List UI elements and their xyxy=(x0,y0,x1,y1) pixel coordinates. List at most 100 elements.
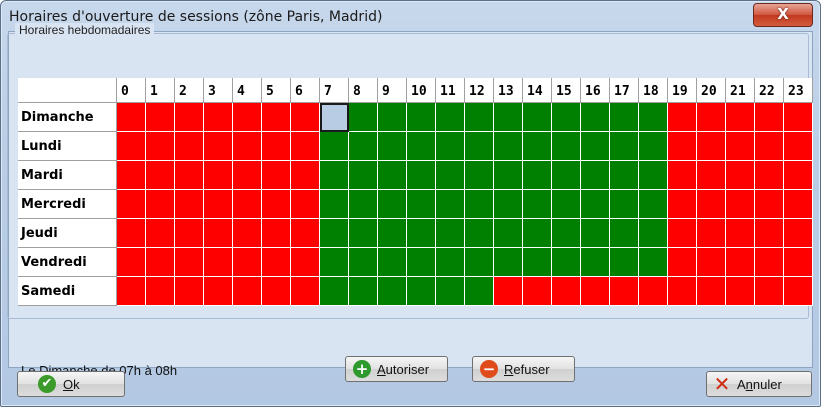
hour-cell[interactable] xyxy=(697,277,726,306)
hour-cell[interactable] xyxy=(204,103,233,132)
hour-cell[interactable] xyxy=(117,277,146,306)
hour-cell[interactable] xyxy=(668,248,697,277)
hour-cell[interactable] xyxy=(523,132,552,161)
hour-cell[interactable] xyxy=(378,248,407,277)
hour-cell[interactable] xyxy=(639,219,668,248)
hour-cell[interactable] xyxy=(726,219,755,248)
hour-cell[interactable] xyxy=(407,219,436,248)
hour-cell[interactable] xyxy=(378,277,407,306)
hour-cell[interactable] xyxy=(320,132,349,161)
hour-header[interactable]: 23 xyxy=(784,78,813,103)
day-label[interactable]: Vendredi xyxy=(18,248,117,277)
hour-cell[interactable] xyxy=(610,190,639,219)
hour-cell[interactable] xyxy=(146,219,175,248)
hour-cell[interactable] xyxy=(146,161,175,190)
selected-hour-cell[interactable] xyxy=(320,103,349,132)
hour-cell[interactable] xyxy=(668,132,697,161)
hour-cell[interactable] xyxy=(726,132,755,161)
hour-cell[interactable] xyxy=(436,248,465,277)
hour-cell[interactable] xyxy=(117,190,146,219)
hour-cell[interactable] xyxy=(117,132,146,161)
hour-cell[interactable] xyxy=(784,248,813,277)
hour-cell[interactable] xyxy=(291,219,320,248)
day-label[interactable]: Jeudi xyxy=(18,219,117,248)
hour-cell[interactable] xyxy=(755,277,784,306)
hour-header[interactable]: 6 xyxy=(291,78,320,103)
hour-cell[interactable] xyxy=(610,277,639,306)
hour-cell[interactable] xyxy=(697,103,726,132)
hour-header[interactable]: 17 xyxy=(610,78,639,103)
hour-header[interactable]: 2 xyxy=(175,78,204,103)
hour-cell[interactable] xyxy=(204,132,233,161)
hour-cell[interactable] xyxy=(610,161,639,190)
hour-cell[interactable] xyxy=(291,132,320,161)
hour-header[interactable]: 11 xyxy=(436,78,465,103)
hour-cell[interactable] xyxy=(552,161,581,190)
hour-cell[interactable] xyxy=(784,190,813,219)
hour-cell[interactable] xyxy=(117,103,146,132)
hour-cell[interactable] xyxy=(465,277,494,306)
hour-cell[interactable] xyxy=(291,248,320,277)
hour-header[interactable]: 8 xyxy=(349,78,378,103)
hour-cell[interactable] xyxy=(233,132,262,161)
hour-header[interactable]: 14 xyxy=(523,78,552,103)
hour-header[interactable]: 22 xyxy=(755,78,784,103)
hour-cell[interactable] xyxy=(784,103,813,132)
hour-cell[interactable] xyxy=(233,248,262,277)
hour-cell[interactable] xyxy=(117,161,146,190)
hour-cell[interactable] xyxy=(755,132,784,161)
hour-cell[interactable] xyxy=(523,248,552,277)
hour-cell[interactable] xyxy=(552,219,581,248)
hour-cell[interactable] xyxy=(349,219,378,248)
hour-cell[interactable] xyxy=(407,132,436,161)
hour-cell[interactable] xyxy=(610,103,639,132)
hour-cell[interactable] xyxy=(494,190,523,219)
hour-cell[interactable] xyxy=(755,248,784,277)
hour-cell[interactable] xyxy=(436,190,465,219)
hour-cell[interactable] xyxy=(755,161,784,190)
hour-cell[interactable] xyxy=(610,132,639,161)
day-label[interactable]: Lundi xyxy=(18,132,117,161)
hour-header[interactable]: 10 xyxy=(407,78,436,103)
hour-header[interactable]: 4 xyxy=(233,78,262,103)
hour-cell[interactable] xyxy=(697,219,726,248)
hour-cell[interactable] xyxy=(175,248,204,277)
hour-cell[interactable] xyxy=(233,219,262,248)
hour-cell[interactable] xyxy=(378,103,407,132)
day-label[interactable]: Samedi xyxy=(18,277,117,306)
hour-cell[interactable] xyxy=(349,190,378,219)
hour-cell[interactable] xyxy=(291,190,320,219)
hour-cell[interactable] xyxy=(755,219,784,248)
hour-header[interactable]: 7 xyxy=(320,78,349,103)
hour-cell[interactable] xyxy=(175,277,204,306)
hour-cell[interactable] xyxy=(726,248,755,277)
hour-cell[interactable] xyxy=(465,103,494,132)
hour-cell[interactable] xyxy=(581,190,610,219)
hour-cell[interactable] xyxy=(175,103,204,132)
hour-cell[interactable] xyxy=(552,277,581,306)
hour-cell[interactable] xyxy=(494,161,523,190)
hour-cell[interactable] xyxy=(639,248,668,277)
hour-header[interactable]: 3 xyxy=(204,78,233,103)
hour-cell[interactable] xyxy=(639,132,668,161)
hour-cell[interactable] xyxy=(233,161,262,190)
hour-cell[interactable] xyxy=(233,190,262,219)
hour-cell[interactable] xyxy=(291,277,320,306)
hour-cell[interactable] xyxy=(581,161,610,190)
hour-cell[interactable] xyxy=(407,248,436,277)
hour-cell[interactable] xyxy=(262,248,291,277)
hour-cell[interactable] xyxy=(465,219,494,248)
hour-cell[interactable] xyxy=(581,132,610,161)
hour-cell[interactable] xyxy=(175,219,204,248)
hour-cell[interactable] xyxy=(436,103,465,132)
hour-cell[interactable] xyxy=(697,132,726,161)
hour-cell[interactable] xyxy=(697,190,726,219)
hour-cell[interactable] xyxy=(320,277,349,306)
hour-cell[interactable] xyxy=(291,103,320,132)
hour-cell[interactable] xyxy=(552,190,581,219)
hour-cell[interactable] xyxy=(320,190,349,219)
hour-cell[interactable] xyxy=(639,161,668,190)
hour-cell[interactable] xyxy=(407,277,436,306)
hour-cell[interactable] xyxy=(494,248,523,277)
hour-cell[interactable] xyxy=(697,161,726,190)
